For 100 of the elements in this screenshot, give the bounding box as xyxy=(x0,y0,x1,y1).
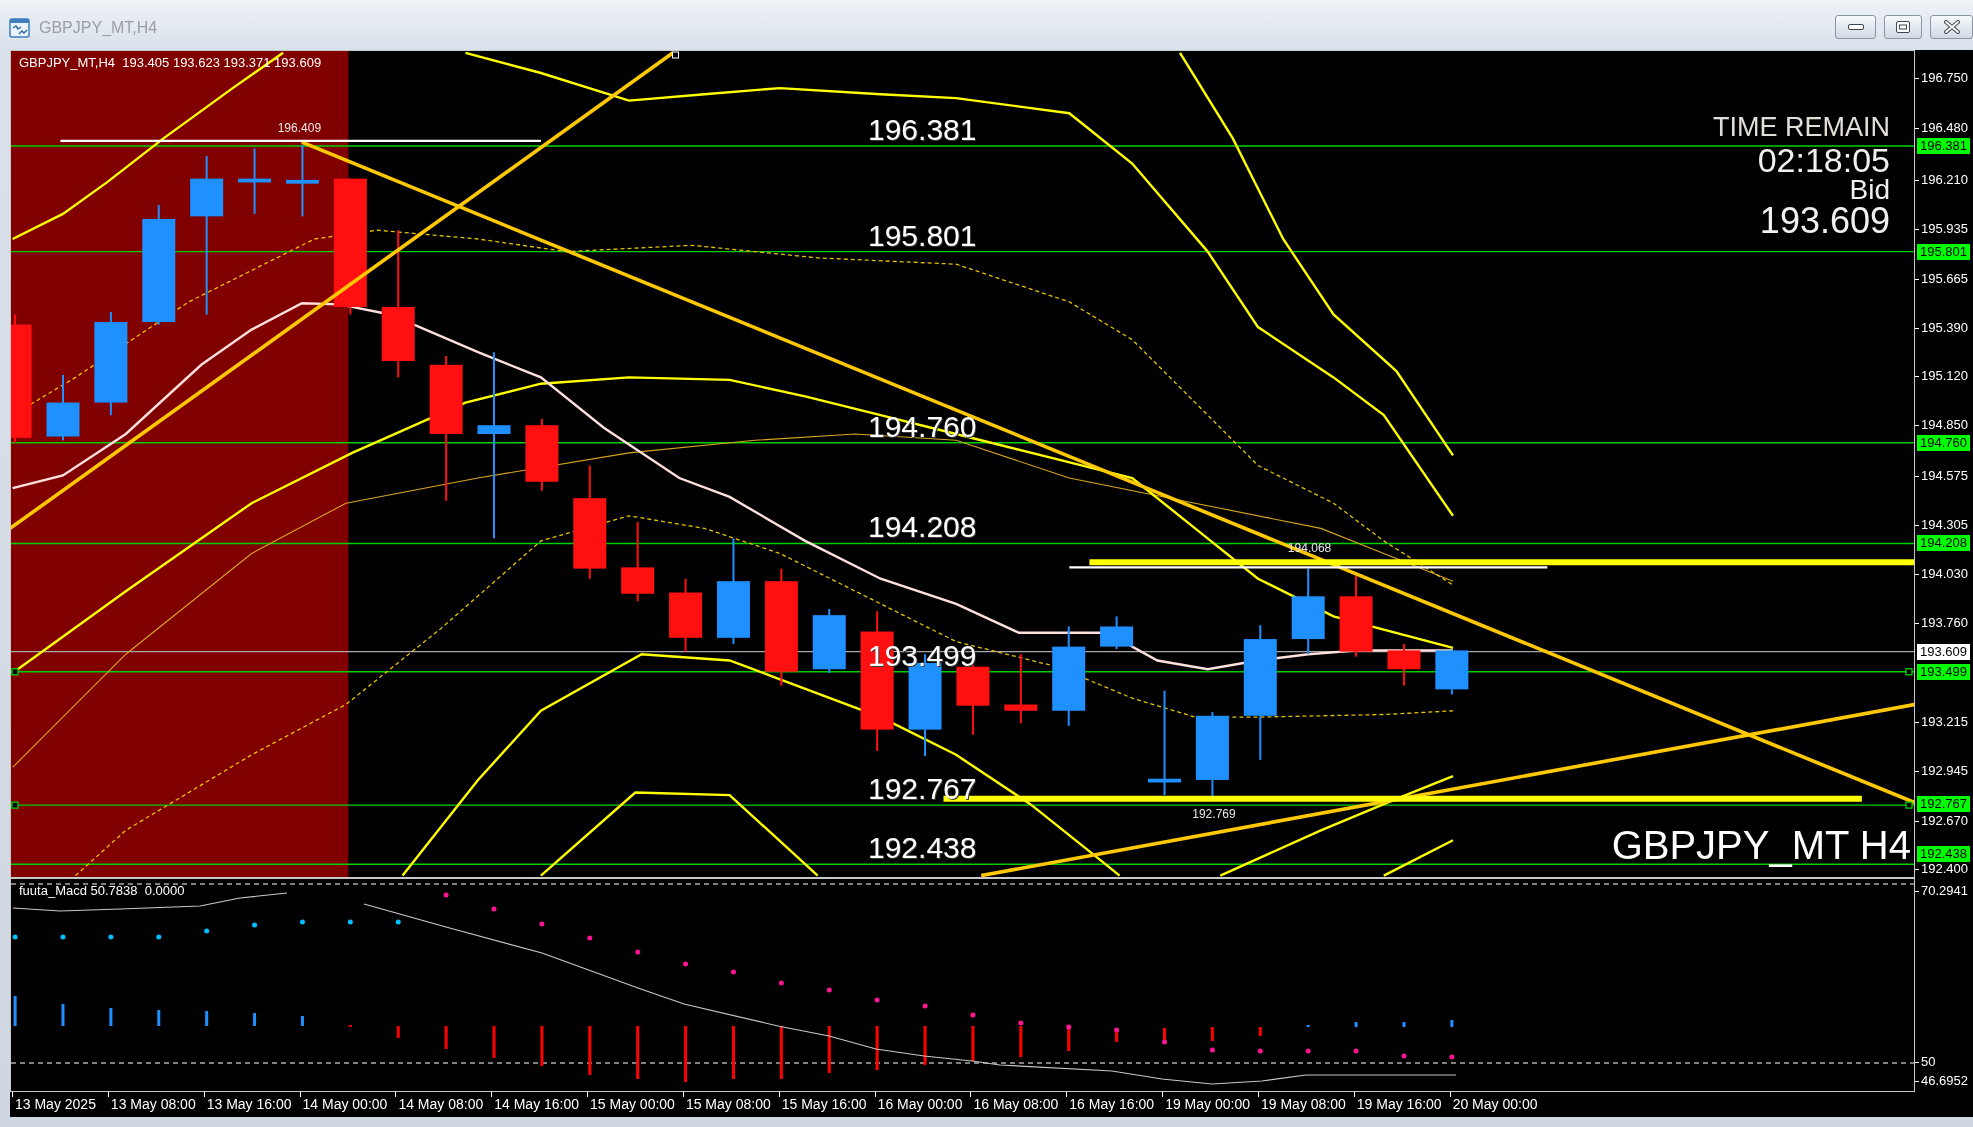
histogram-bar xyxy=(588,1026,592,1075)
histogram-bar xyxy=(1258,1027,1262,1036)
indicator-dot-icon xyxy=(1401,1053,1407,1059)
indicator-dot-icon xyxy=(1449,1054,1455,1060)
price-axis-label: 192.400 xyxy=(1915,862,1968,876)
level-price-label: 192.767 xyxy=(868,774,977,805)
handle-icon[interactable] xyxy=(11,801,19,809)
price-mark-label: 192.769 xyxy=(1192,807,1236,821)
indicator-dot-icon xyxy=(395,919,401,925)
price-axis-label: 194.850 xyxy=(1915,418,1968,433)
histogram-bar xyxy=(636,1026,640,1079)
indicator-dot-icon xyxy=(731,969,736,975)
time-axis-label: 16 May 00:00 xyxy=(874,1092,971,1113)
level-price-badge: 196.381 xyxy=(1917,138,1970,154)
level-price-badge: 194.208 xyxy=(1917,535,1970,551)
level-price-label: 195.801 xyxy=(868,220,977,251)
histogram-bar xyxy=(300,1016,304,1026)
histogram-bar xyxy=(1450,1020,1454,1027)
histogram-bar xyxy=(1067,1028,1071,1051)
price-axis-label: 196.210 xyxy=(1915,172,1968,187)
price-axis-label: 194.575 xyxy=(1915,468,1968,483)
time-axis-label: 14 May 16:00 xyxy=(491,1092,588,1113)
histogram-bar xyxy=(971,1026,975,1061)
restore-button[interactable] xyxy=(1884,15,1922,39)
window-title: GBPJPY_MT,H4 xyxy=(39,19,158,37)
indicator-dot-icon xyxy=(108,934,114,940)
indicator-dot-icon xyxy=(539,921,545,927)
level-price-label: 192.438 xyxy=(868,833,977,864)
level-price-label: 196.381 xyxy=(868,114,977,145)
indicator-dot-icon xyxy=(299,919,305,925)
indicator-dot-icon xyxy=(922,1003,928,1009)
price-mark-label: 196.409 xyxy=(277,121,322,135)
price-axis-label: 195.120 xyxy=(1915,369,1968,384)
price-axis-label: 194.305 xyxy=(1915,517,1968,532)
level-price-badge: 194.760 xyxy=(1917,435,1970,451)
countdown-time: 02:18:05 xyxy=(1757,142,1890,178)
histogram-bar xyxy=(540,1026,544,1066)
price-axis-label: 196.480 xyxy=(1915,121,1968,136)
histogram-bar xyxy=(1402,1022,1406,1027)
time-axis-label: 15 May 08:00 xyxy=(682,1092,779,1113)
indicator-dot-icon xyxy=(1066,1024,1072,1030)
minimize-button[interactable] xyxy=(1835,15,1876,39)
histogram-bar xyxy=(827,1026,831,1073)
bullish-candle xyxy=(1435,649,1469,696)
indicator-dot-icon xyxy=(635,949,641,955)
time-axis-label: 15 May 00:00 xyxy=(587,1092,683,1113)
price-axis-label: 192.670 xyxy=(1915,814,1968,829)
indicator-dot-icon xyxy=(252,922,258,928)
time-axis-label: 16 May 08:00 xyxy=(970,1092,1067,1113)
price-axis-label: 195.390 xyxy=(1915,321,1968,336)
price-axis-label: 192.945 xyxy=(1915,764,1968,779)
histogram-bar xyxy=(1019,1026,1023,1057)
histogram-bar xyxy=(1210,1027,1214,1041)
histogram-bar xyxy=(779,1026,783,1079)
indicator-dot-icon xyxy=(347,919,353,925)
level-price-badge: 195.801 xyxy=(1917,244,1970,260)
price-axis-label: 193.215 xyxy=(1915,715,1968,730)
restore-icon xyxy=(1896,21,1910,33)
indicator-dot-icon xyxy=(826,987,832,993)
bullish-candle xyxy=(46,373,80,442)
bullish-candle xyxy=(1100,615,1134,651)
time-axis-label: 13 May 16:00 xyxy=(203,1092,300,1113)
histogram-bar xyxy=(13,996,17,1026)
indicator-dot-icon xyxy=(874,997,880,1003)
chart-icon xyxy=(9,18,30,38)
handle-icon[interactable] xyxy=(1905,801,1913,809)
histogram-bar xyxy=(875,1026,879,1070)
close-button[interactable] xyxy=(1930,15,1973,39)
indicator-dot-icon xyxy=(491,906,497,912)
indicator-axis-label: 50 xyxy=(1915,1055,1936,1069)
price-axis-label: 193.760 xyxy=(1915,615,1968,630)
histogram-bar xyxy=(492,1026,496,1058)
time-axis-label: 19 May 16:00 xyxy=(1353,1092,1450,1113)
minimize-icon xyxy=(1847,24,1864,30)
indicator-dot-icon xyxy=(1209,1047,1215,1053)
time-axis-label: 14 May 08:00 xyxy=(395,1092,492,1113)
symbol-caption: GBPJPY_MT H4 xyxy=(1611,823,1911,867)
indicator-dot-icon xyxy=(778,980,784,986)
histogram-bar xyxy=(253,1013,257,1026)
countdown-title: TIME REMAIN xyxy=(1713,112,1890,142)
histogram-bar xyxy=(684,1026,688,1082)
indicator-axis-label: 70.2941 xyxy=(1915,884,1968,898)
indicator-axis-label: 46.6952 xyxy=(1915,1074,1968,1088)
indicator-dot-icon xyxy=(1257,1048,1263,1054)
histogram-bar xyxy=(109,1008,113,1026)
indicator-dot-icon xyxy=(60,934,66,940)
time-axis-label: 20 May 00:00 xyxy=(1449,1092,1546,1113)
histogram-bar xyxy=(396,1026,400,1038)
price-axis-label: 195.665 xyxy=(1915,272,1968,287)
indicator-dot-icon xyxy=(683,961,689,967)
handle-icon[interactable] xyxy=(11,668,19,676)
time-axis-label: 19 May 00:00 xyxy=(1162,1092,1258,1113)
level-price-label: 194.208 xyxy=(868,512,977,543)
histogram-bar xyxy=(157,1010,161,1026)
handle-icon[interactable] xyxy=(1905,668,1913,676)
bullish-candle xyxy=(238,147,272,215)
indicator-dot-icon xyxy=(970,1012,976,1018)
time-axis-label: 16 May 16:00 xyxy=(1066,1092,1163,1113)
histogram-bar xyxy=(732,1026,735,1079)
bearish-candle xyxy=(1004,653,1038,725)
